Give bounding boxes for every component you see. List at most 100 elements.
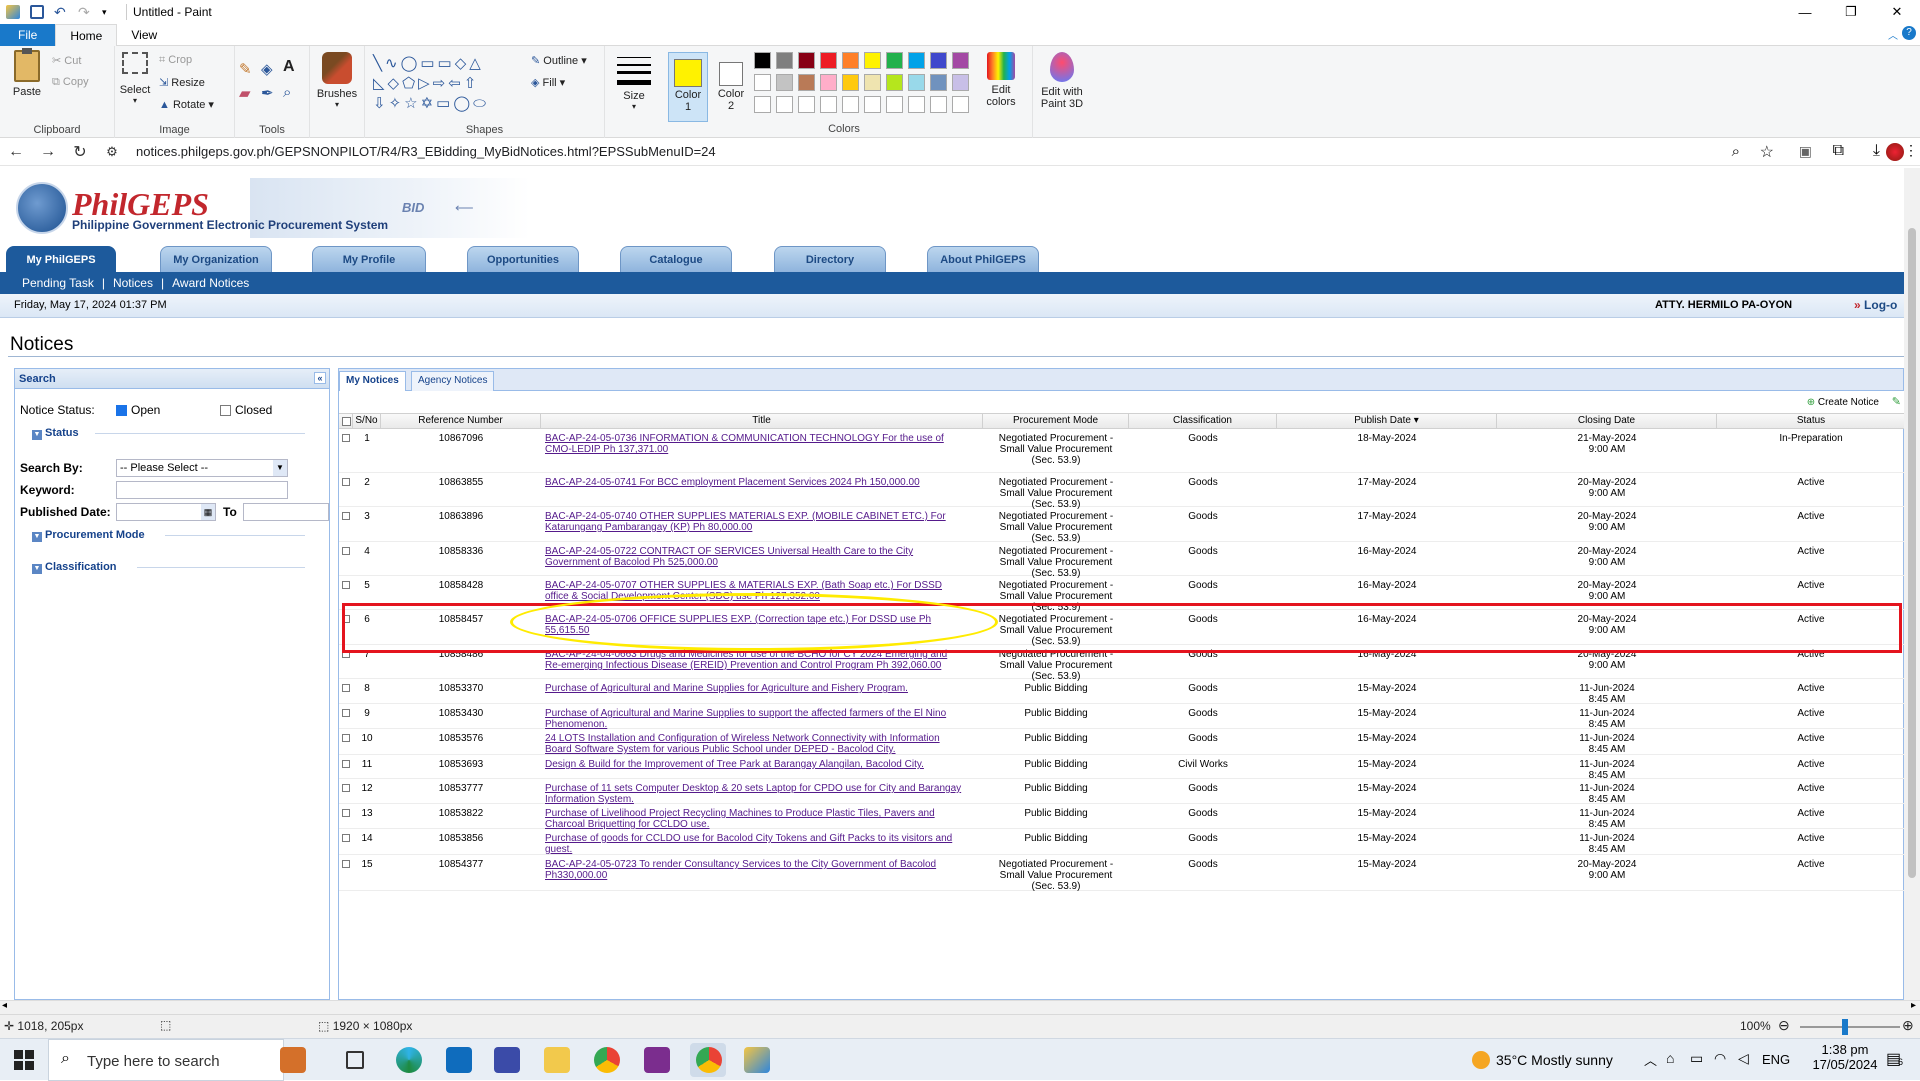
pencil-icon[interactable]: ✎ xyxy=(239,60,252,78)
cell-title-link[interactable]: Purchase of 11 sets Computer Desktop & 2… xyxy=(545,783,975,805)
row-checkbox[interactable] xyxy=(342,649,352,660)
copy-button[interactable]: ⧉ Copy xyxy=(52,76,89,89)
subnav-award-notices[interactable]: Award Notices xyxy=(172,276,249,290)
resize-button[interactable]: ⇲ Resize xyxy=(159,76,205,89)
edge-browser-icon[interactable] xyxy=(396,1047,422,1073)
network-icon[interactable]: ⌂ xyxy=(1666,1050,1674,1066)
row-checkbox[interactable] xyxy=(342,433,352,444)
cell-title-link[interactable]: BAC-AP-24-05-0706 OFFICE SUPPLIES EXP. (… xyxy=(545,614,975,636)
row-checkbox[interactable] xyxy=(342,733,352,744)
crop-button[interactable]: ⌗ Crop xyxy=(159,54,192,67)
cell-title-link[interactable]: Purchase of Livelihood Project Recycling… xyxy=(545,808,975,830)
table-row[interactable]: 2 10863855 BAC-AP-24-05-0741 For BCC emplo… xyxy=(339,473,1904,510)
profile-avatar[interactable] xyxy=(1886,143,1904,161)
procurement-mode-toggle[interactable]: ▼ Procurement Mode xyxy=(32,529,145,542)
table-row[interactable]: 11 10853693 Design & Build for the Improve… xyxy=(339,755,1904,781)
cell-title-link[interactable]: BAC-AP-24-05-0722 CONTRACT OF SERVICES U… xyxy=(545,546,975,568)
color-picker-icon[interactable]: ✒ xyxy=(261,84,274,102)
search-by-select[interactable]: -- Please Select -- ▼ xyxy=(116,459,288,477)
palette-swatch[interactable] xyxy=(864,52,881,69)
palette-swatch[interactable] xyxy=(842,52,859,69)
select-all-checkbox[interactable] xyxy=(339,414,353,428)
edit-notice-icon[interactable]: ✎ xyxy=(1892,395,1901,408)
status-section-toggle[interactable]: ▼ Status xyxy=(32,427,79,440)
classification-toggle[interactable]: ▼ Classification xyxy=(32,561,117,574)
table-row[interactable]: 5 10858428 BAC-AP-24-05-0707 OTHER SUPPLIE… xyxy=(339,576,1904,613)
nav-tab-my-profile[interactable]: My Profile xyxy=(312,246,426,272)
palette-swatch-empty[interactable] xyxy=(798,96,815,113)
tab-file[interactable]: File xyxy=(0,23,56,46)
row-checkbox[interactable] xyxy=(342,859,352,870)
language-indicator[interactable]: ENG xyxy=(1762,1052,1790,1067)
table-row[interactable]: 14 10853856 Purchase of goods for CCLDO us… xyxy=(339,829,1904,855)
color1-button[interactable]: Color 1 xyxy=(668,52,708,122)
zoom-icon[interactable]: ⌕ xyxy=(1732,143,1740,160)
logout-link[interactable]: » Log-o xyxy=(1854,298,1897,312)
subnav-notices[interactable]: Notices xyxy=(113,276,153,290)
download-icon[interactable]: ⤓ xyxy=(1873,142,1880,160)
cell-title-link[interactable]: Purchase of Agricultural and Marine Supp… xyxy=(545,708,975,730)
nav-tab-about[interactable]: About PhilGEPS xyxy=(927,246,1039,272)
col-closing-date[interactable]: Closing Date xyxy=(1497,414,1717,428)
palette-swatch[interactable] xyxy=(820,52,837,69)
table-row[interactable]: 10 10853576 24 LOTS Installation and Confi… xyxy=(339,729,1904,755)
site-info-icon[interactable]: ⚙ xyxy=(96,144,128,160)
wifi-icon[interactable]: ◠ xyxy=(1714,1050,1726,1067)
palette-swatch-empty[interactable] xyxy=(864,96,881,113)
row-checkbox[interactable] xyxy=(342,683,352,694)
table-row[interactable]: 9 10853430 Purchase of Agricultural and Ma… xyxy=(339,704,1904,730)
cell-title-link[interactable]: BAC-AP-24-05-0741 For BCC employment Pla… xyxy=(545,477,975,488)
col-classification[interactable]: Classification xyxy=(1129,414,1277,428)
nav-tab-my-organization[interactable]: My Organization xyxy=(160,246,272,272)
palette-swatch-empty[interactable] xyxy=(952,96,969,113)
row-checkbox[interactable] xyxy=(342,614,352,625)
eraser-icon[interactable]: ▰ xyxy=(239,84,251,102)
file-explorer-icon[interactable] xyxy=(544,1047,570,1073)
cell-title-link[interactable]: BAC-AP-24-04-0663 Drugs and Medicines fo… xyxy=(545,649,975,671)
address-bar[interactable]: notices.philgeps.gov.ph/GEPSNONPILOT/R4/… xyxy=(136,144,716,159)
col-status[interactable]: Status xyxy=(1717,414,1904,428)
palette-swatch[interactable] xyxy=(776,52,793,69)
magnifier-icon[interactable]: ⌕ xyxy=(283,84,291,101)
browser-menu-icon[interactable]: ⋮ xyxy=(1904,142,1918,159)
table-row[interactable]: 15 10854377 BAC-AP-24-05-0723 To render Co… xyxy=(339,855,1904,892)
mail-app-icon[interactable] xyxy=(446,1047,472,1073)
col-publish-date[interactable]: Publish Date ▾ xyxy=(1277,414,1497,428)
table-row[interactable]: 4 10858336 BAC-AP-24-05-0722 CONTRACT OF S… xyxy=(339,542,1904,579)
palette-swatch[interactable] xyxy=(842,74,859,91)
published-date-to-input[interactable] xyxy=(243,503,329,521)
col-reference-number[interactable]: Reference Number xyxy=(381,414,541,428)
palette-swatch[interactable] xyxy=(886,74,903,91)
row-checkbox[interactable] xyxy=(342,477,352,488)
zoom-out-icon[interactable]: ⊖ xyxy=(1778,1017,1790,1034)
palette-swatch[interactable] xyxy=(820,74,837,91)
palette-swatch[interactable] xyxy=(908,52,925,69)
palette-swatch-empty[interactable] xyxy=(776,96,793,113)
palette-swatch[interactable] xyxy=(930,52,947,69)
chrome-active-icon[interactable] xyxy=(696,1047,722,1073)
palette-swatch-empty[interactable] xyxy=(930,96,947,113)
scroll-thumb[interactable] xyxy=(1908,228,1916,878)
palette-swatch-empty[interactable] xyxy=(886,96,903,113)
table-row[interactable]: 12 10853777 Purchase of 11 sets Computer D… xyxy=(339,779,1904,805)
tab-home[interactable]: Home xyxy=(55,23,118,46)
fill-bucket-icon[interactable]: ◈ xyxy=(261,60,273,78)
volume-icon[interactable]: ◁ xyxy=(1738,1050,1749,1067)
table-row[interactable]: 3 10863896 BAC-AP-24-05-0740 OTHER SUPPLIE… xyxy=(339,507,1904,544)
minimize-button[interactable]: — xyxy=(1782,0,1828,24)
row-checkbox[interactable] xyxy=(342,511,352,522)
extensions-puzzle-icon[interactable]: ⧉ xyxy=(1833,142,1844,160)
keyword-input[interactable] xyxy=(116,481,288,499)
redo-icon[interactable]: ↷ xyxy=(78,5,92,19)
cell-title-link[interactable]: BAC-AP-24-05-0723 To render Consultancy … xyxy=(545,859,975,881)
horizontal-scrollbar[interactable]: ◂ ▸ xyxy=(0,1000,1920,1014)
math-app-icon[interactable] xyxy=(494,1047,520,1073)
table-row[interactable]: 7 10858486 BAC-AP-24-04-0663 Drugs and Med… xyxy=(339,645,1904,682)
zoom-slider[interactable] xyxy=(1800,1026,1900,1028)
row-checkbox[interactable] xyxy=(342,808,352,819)
nav-tab-directory[interactable]: Directory xyxy=(774,246,886,272)
edit-colors-button[interactable]: Edit colors xyxy=(976,52,1026,108)
palette-swatch[interactable] xyxy=(754,52,771,69)
closed-checkbox[interactable]: Closed xyxy=(220,403,272,417)
rotate-button[interactable]: ▲ Rotate ▾ xyxy=(159,98,214,111)
